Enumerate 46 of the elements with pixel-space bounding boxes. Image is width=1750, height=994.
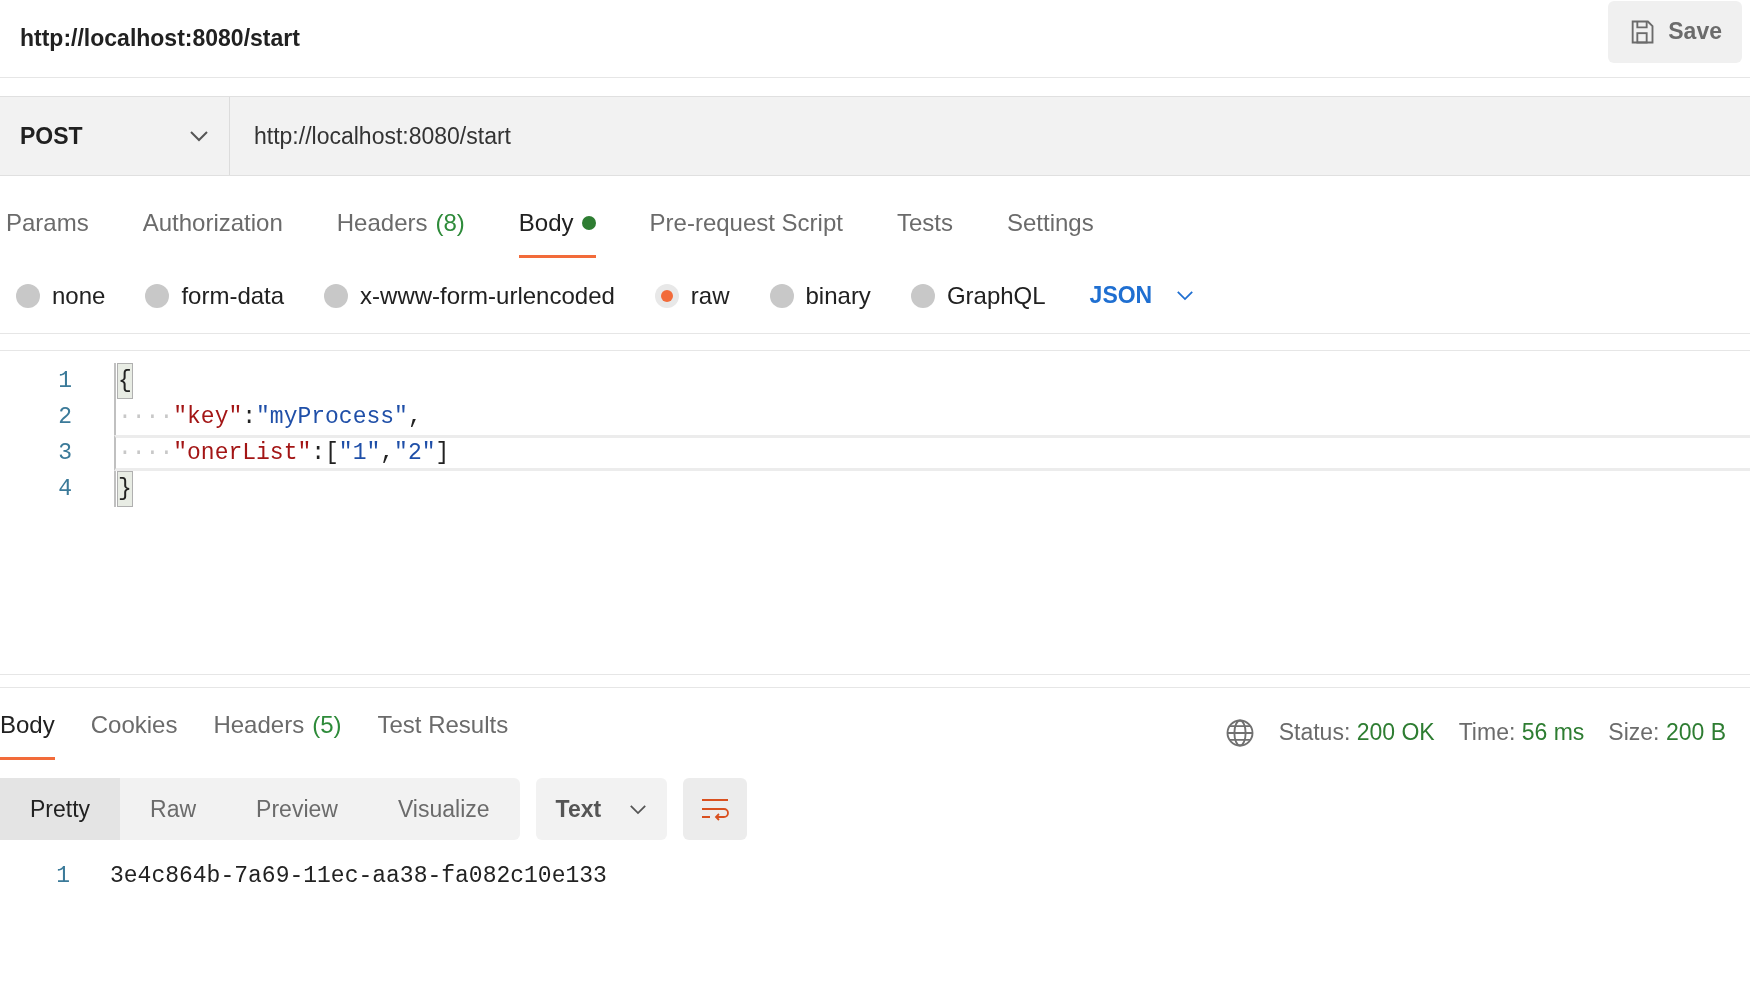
response-text: 3e4c864b-7a69-11ec-aa38-fa082c10e133 — [110, 861, 607, 891]
url-field[interactable]: http://localhost:8080/start — [230, 97, 1750, 175]
tab[interactable]: Settings — [1006, 205, 1094, 258]
body-type-radio[interactable]: GraphQL — [910, 277, 1046, 314]
view-tab[interactable]: Visualize — [367, 778, 520, 840]
chevron-down-icon — [629, 803, 648, 815]
tab[interactable]: Params — [6, 205, 89, 258]
body-type-radio[interactable]: form-data — [145, 277, 285, 314]
tab[interactable]: Tests — [896, 205, 953, 258]
method-dropdown[interactable]: POST — [0, 97, 230, 175]
tab[interactable]: Cookies — [90, 707, 178, 760]
tab[interactable]: Body — [518, 205, 596, 258]
view-tab[interactable]: Preview — [226, 778, 368, 840]
line-number: 4 — [57, 474, 72, 504]
body-type-radio[interactable]: raw — [654, 277, 730, 314]
chevron-down-icon — [1176, 290, 1195, 301]
tab[interactable]: Headers (5) — [213, 707, 342, 760]
chevron-down-icon — [189, 130, 209, 142]
line-number: 1 — [57, 366, 72, 396]
wrap-lines-button[interactable] — [683, 778, 748, 840]
code-line: { — [114, 363, 1750, 399]
view-tab[interactable]: Raw — [120, 778, 227, 840]
line-number: 3 — [57, 438, 72, 468]
view-tab[interactable]: Pretty — [0, 778, 121, 840]
response-stat: Size: 200 B — [1608, 718, 1726, 748]
tab[interactable]: Test Results — [377, 707, 509, 760]
body-type-radio[interactable]: binary — [769, 277, 871, 314]
save-button[interactable]: Save — [1608, 0, 1742, 63]
tab[interactable]: Headers (8) — [336, 205, 465, 258]
code-line: ····"onerList":["1","2"] — [114, 435, 1750, 471]
globe-icon[interactable] — [1224, 717, 1255, 748]
line-number: 2 — [57, 402, 72, 432]
tab[interactable]: Pre-request Script — [649, 205, 843, 258]
response-stat: Time: 56 ms — [1458, 718, 1585, 748]
format-dropdown[interactable]: Text — [535, 778, 668, 840]
tab[interactable]: Authorization — [142, 205, 283, 258]
code-line: } — [114, 471, 1750, 507]
line-number: 1 — [55, 861, 70, 891]
response-stat: Status: 200 OK — [1278, 718, 1435, 748]
body-type-radio[interactable]: none — [16, 277, 106, 314]
wrap-lines-icon — [700, 797, 731, 821]
tab[interactable]: Body — [0, 707, 55, 760]
body-type-radio[interactable]: x-www-form-urlencoded — [324, 277, 615, 314]
language-dropdown[interactable]: JSON — [1089, 278, 1195, 313]
request-title: http://localhost:8080/start — [20, 24, 300, 54]
code-line: ····"key":"myProcess", — [114, 399, 1750, 435]
